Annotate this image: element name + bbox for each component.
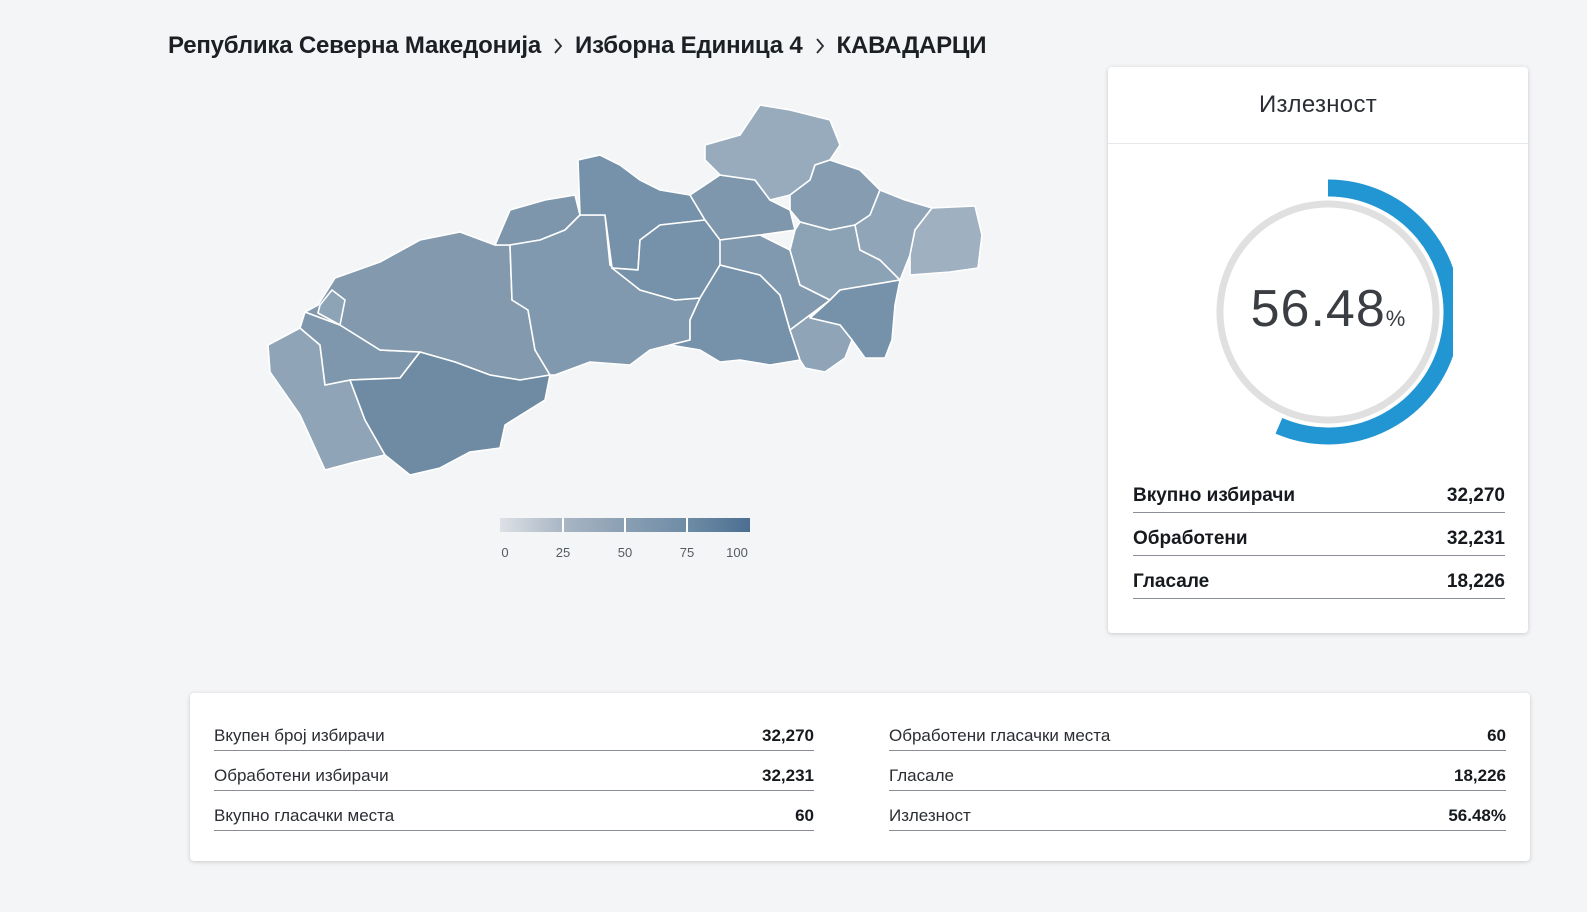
summary-row-processed-stations: Обработени гласачки места 60 <box>889 715 1506 751</box>
summary-value: 32,231 <box>762 766 814 785</box>
summary-label: Обработени гласачки места <box>889 726 1111 745</box>
legend-tick <box>686 518 688 532</box>
breadcrumb-item-municipality: КАВАДАРЦИ <box>836 32 987 59</box>
legend-tick <box>624 518 626 532</box>
summary-label: Обработени избирачи <box>214 766 389 785</box>
breadcrumb-item-unit[interactable]: Изборна Единица 4 <box>575 32 803 60</box>
stat-row-processed: Обработени 32,231 <box>1133 513 1505 556</box>
legend-label-25: 25 <box>555 545 571 560</box>
summary-value: 56.48% <box>1448 806 1506 825</box>
stat-value: 18,226 <box>1446 571 1505 592</box>
turnout-percent-display: 56.48% <box>1203 279 1453 339</box>
legend-label-100: 100 <box>726 545 748 560</box>
stat-label: Гласале <box>1133 571 1210 592</box>
legend-label-0: 0 <box>501 545 509 560</box>
summary-card: Вкупен број избирачи 32,270 Обработени и… <box>190 693 1530 861</box>
turnout-gauge: 56.48% <box>1203 175 1453 450</box>
legend-gradient-bar <box>500 518 750 532</box>
chevron-right-icon <box>551 34 565 58</box>
summary-value: 60 <box>1487 726 1506 745</box>
stat-value: 32,270 <box>1446 485 1505 506</box>
results-page: Република Северна Македонија Изборна Еди… <box>0 0 1587 912</box>
percent-sign: % <box>1385 306 1406 331</box>
municipality-map <box>255 95 995 480</box>
summary-row-processed-voters: Обработени избирачи 32,231 <box>214 751 814 791</box>
stat-row-total-voters: Вкупно избирачи 32,270 <box>1133 479 1505 513</box>
map-legend: 0 25 50 75 100 <box>500 518 756 568</box>
summary-column-left: Вкупен број избирачи 32,270 Обработени и… <box>214 715 814 831</box>
summary-label: Гласале <box>889 766 954 785</box>
summary-row-voted: Гласале 18,226 <box>889 751 1506 791</box>
summary-value: 32,270 <box>762 726 814 745</box>
map-svg <box>267 104 983 476</box>
stat-row-voted: Гласале 18,226 <box>1133 556 1505 599</box>
breadcrumb-item-country[interactable]: Република Северна Македонија <box>168 32 541 60</box>
summary-value: 60 <box>795 806 814 825</box>
summary-column-right: Обработени гласачки места 60 Гласале 18,… <box>889 715 1506 831</box>
summary-row-turnout: Излезност 56.48% <box>889 791 1506 831</box>
stat-label: Обработени <box>1133 528 1248 549</box>
breadcrumb: Република Северна Македонија Изборна Еди… <box>168 32 987 60</box>
summary-row-total-voters: Вкупен број избирачи 32,270 <box>214 715 814 751</box>
turnout-card: Излезност 56.48% Вкупно избирачи 32,270 … <box>1108 67 1528 633</box>
turnout-percent-value: 56.48 <box>1250 280 1386 338</box>
turnout-card-title: Излезност <box>1108 67 1528 144</box>
turnout-stats: Вкупно избирачи 32,270 Обработени 32,231… <box>1133 479 1505 599</box>
summary-row-total-polling-stations: Вкупно гласачки места 60 <box>214 791 814 831</box>
stat-value: 32,231 <box>1446 528 1505 549</box>
summary-label: Излезност <box>889 806 971 825</box>
stat-label: Вкупно избирачи <box>1133 485 1296 506</box>
summary-label: Вкупен број избирачи <box>214 726 385 745</box>
summary-value: 18,226 <box>1454 766 1506 785</box>
legend-label-75: 75 <box>679 545 695 560</box>
chevron-right-icon <box>813 34 827 58</box>
legend-label-50: 50 <box>617 545 633 560</box>
legend-tick <box>562 518 564 532</box>
summary-label: Вкупно гласачки места <box>214 806 395 825</box>
